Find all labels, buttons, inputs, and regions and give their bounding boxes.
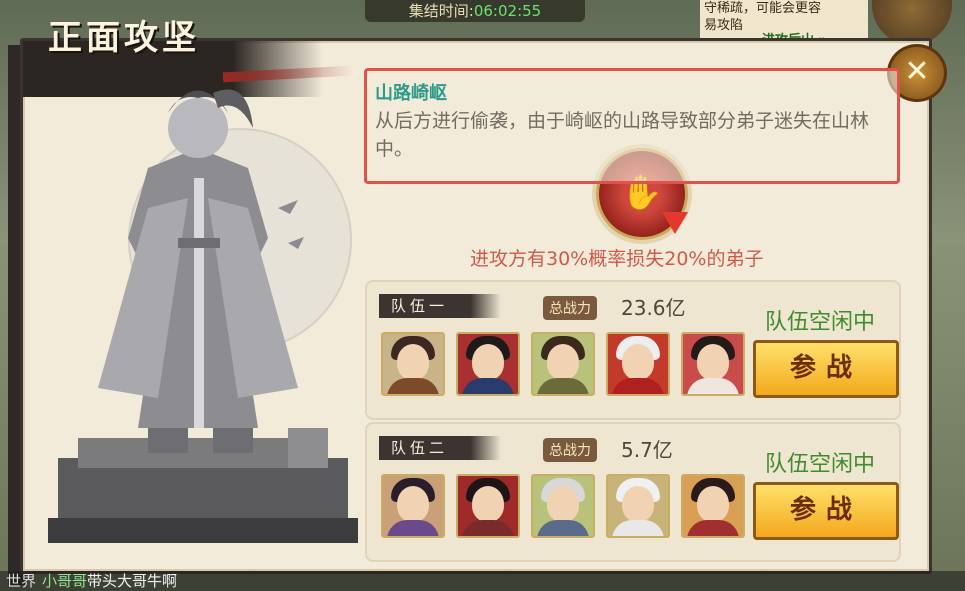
join-battle-button[interactable]: 参战: [753, 482, 899, 540]
avatar-robe: [387, 378, 439, 394]
rally-timer: 集结时间:06:02:55: [365, 0, 585, 22]
member-avatar[interactable]: [381, 332, 445, 396]
member-avatar[interactable]: [681, 332, 745, 396]
member-avatar[interactable]: [681, 474, 745, 538]
avatar-face: [397, 344, 429, 380]
team-card-1: 队伍一 总战力 23.6亿 队伍空闲中 参战: [365, 280, 901, 420]
team-label: 队伍二: [379, 436, 501, 460]
avatar-face: [622, 344, 654, 380]
avatar-face: [697, 486, 729, 522]
avatar-robe: [462, 520, 514, 536]
member-avatar[interactable]: [531, 474, 595, 538]
power-label: 总战力: [543, 296, 597, 320]
avatar-robe: [612, 378, 664, 394]
member-avatar[interactable]: [381, 474, 445, 538]
team-members: [381, 332, 745, 396]
avatar-face: [472, 344, 504, 380]
tip-line-1: 守稀疏，可能会更容: [704, 1, 822, 16]
swordsman-statue-icon: [48, 89, 358, 543]
member-avatar[interactable]: [456, 332, 520, 396]
chat-message: 带头大哥牛啊: [87, 572, 178, 590]
avatar-face: [547, 344, 579, 380]
down-arrow-icon: [662, 212, 688, 234]
avatar-face: [397, 486, 429, 522]
rally-timer-value: 06:02:55: [473, 2, 542, 20]
statue-illustration: [38, 58, 358, 548]
chat-channel: 世界: [6, 572, 37, 590]
chat-user[interactable]: 小哥哥: [42, 572, 87, 590]
avatar-face: [622, 486, 654, 522]
avatar-robe: [687, 520, 739, 536]
avatar-robe: [687, 378, 739, 394]
avatar-face: [472, 486, 504, 522]
avatar-robe: [462, 378, 514, 394]
avatar-robe: [612, 520, 664, 536]
panel-title: 正面攻坚: [48, 18, 200, 58]
join-battle-button[interactable]: 参战: [753, 340, 899, 398]
attack-effect-text: 进攻方有30%概率损失20%的弟子: [470, 248, 764, 270]
member-avatar[interactable]: [606, 474, 670, 538]
team-members: [381, 474, 745, 538]
power-value: 5.7亿: [621, 438, 673, 462]
power-value: 23.6亿: [621, 296, 686, 320]
world-chat-bar[interactable]: 世界 小哥哥带头大哥牛啊: [0, 571, 965, 591]
avatar-robe: [537, 520, 589, 536]
power-label: 总战力: [543, 438, 597, 462]
rally-timer-label: 集结时间:: [408, 2, 474, 20]
avatar-robe: [537, 378, 589, 394]
avatar-face: [547, 486, 579, 522]
team-card-2: 队伍二 总战力 5.7亿 队伍空闲中 参战: [365, 422, 901, 562]
member-avatar[interactable]: [606, 332, 670, 396]
member-avatar[interactable]: [531, 332, 595, 396]
avatar-robe: [387, 520, 439, 536]
avatar-face: [697, 344, 729, 380]
route-description: 从后方进行偷袭，由于崎岖的山路导致部分弟子迷失在山林中。: [375, 110, 870, 160]
route-title: 山路崎岖: [375, 83, 447, 104]
route-description-box: 山路崎岖 从后方进行偷袭，由于崎岖的山路导致部分弟子迷失在山林中。: [364, 68, 900, 184]
team-status: 队伍空闲中: [765, 452, 876, 477]
team-status: 队伍空闲中: [765, 310, 876, 335]
member-avatar[interactable]: [456, 474, 520, 538]
team-label: 队伍一: [379, 294, 501, 318]
